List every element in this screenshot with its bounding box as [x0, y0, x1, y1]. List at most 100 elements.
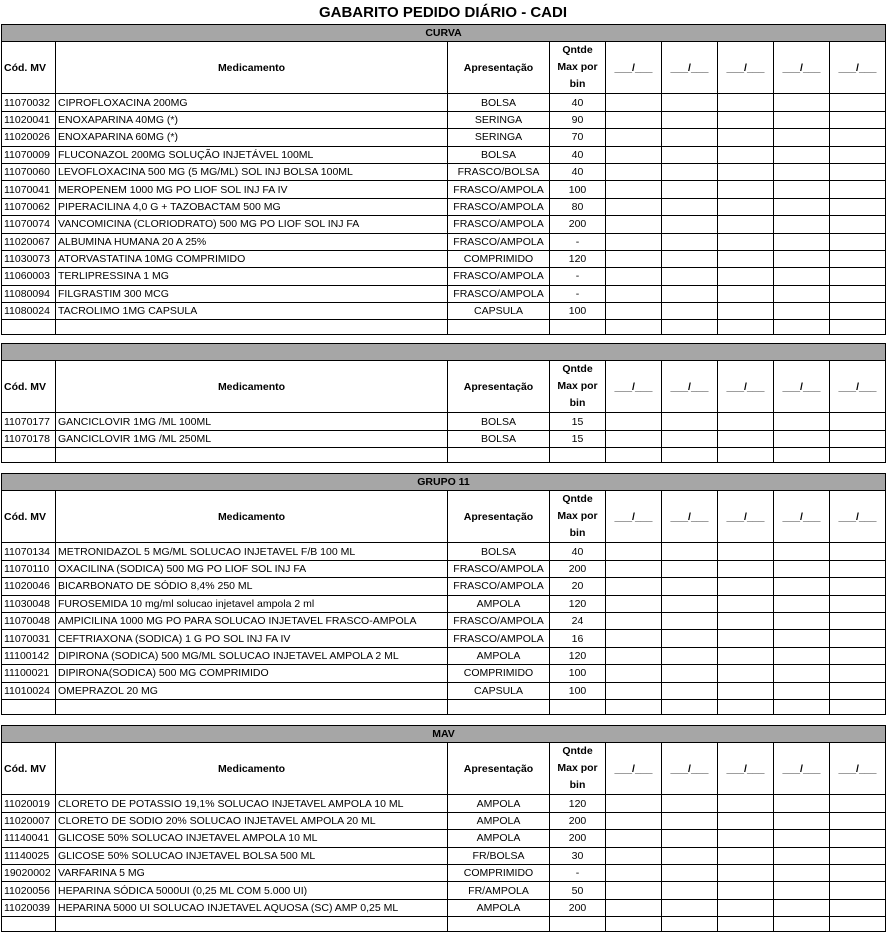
- cell-date-entry[interactable]: [605, 180, 662, 199]
- cell-date-entry[interactable]: [773, 664, 830, 683]
- cell-date-entry[interactable]: [773, 794, 830, 813]
- cell-date-entry[interactable]: [828, 302, 886, 321]
- cell-date-entry[interactable]: [717, 412, 774, 431]
- cell-date-entry[interactable]: [828, 93, 886, 112]
- cell-date-entry[interactable]: [717, 110, 774, 130]
- cell-date-entry[interactable]: [828, 180, 886, 199]
- cell-date-entry[interactable]: [773, 542, 830, 561]
- cell-date-entry[interactable]: [828, 664, 886, 683]
- cell-date-entry[interactable]: [829, 811, 886, 831]
- cell-date-entry[interactable]: [717, 302, 774, 321]
- cell-date-entry[interactable]: [661, 284, 718, 304]
- header-date-5[interactable]: ___/___: [828, 360, 886, 414]
- cell-date-entry[interactable]: [773, 302, 830, 321]
- cell-date-entry[interactable]: [605, 629, 662, 648]
- cell-date-entry[interactable]: [661, 794, 718, 813]
- cell-date-entry[interactable]: [717, 881, 774, 900]
- cell-date-entry[interactable]: [773, 93, 830, 112]
- cell-date-entry[interactable]: [605, 128, 662, 147]
- cell-date-entry[interactable]: [605, 594, 662, 613]
- cell-date-entry[interactable]: [605, 577, 662, 596]
- cell-date-entry[interactable]: [773, 180, 830, 199]
- cell-date-entry[interactable]: [717, 794, 774, 813]
- cell-date-entry[interactable]: [717, 162, 774, 182]
- cell-date-entry[interactable]: [829, 898, 886, 918]
- cell-date-entry[interactable]: [717, 559, 774, 579]
- cell-date-entry[interactable]: [773, 863, 830, 883]
- cell-date-entry[interactable]: [773, 594, 830, 613]
- cell-date-entry[interactable]: [829, 794, 886, 813]
- cell-date-entry[interactable]: [828, 110, 886, 130]
- cell-date-entry[interactable]: [661, 863, 718, 883]
- cell-date-entry[interactable]: [828, 197, 886, 217]
- cell-date-entry[interactable]: [717, 664, 774, 683]
- header-date-4[interactable]: ___/___: [773, 490, 830, 544]
- header-date-3[interactable]: ___/___: [717, 742, 774, 796]
- cell-date-entry[interactable]: [605, 110, 662, 130]
- header-date-5[interactable]: ___/___: [829, 742, 886, 796]
- cell-date-entry[interactable]: [661, 180, 718, 199]
- cell-date-entry[interactable]: [661, 646, 718, 666]
- cell-date-entry[interactable]: [773, 898, 830, 918]
- cell-date-entry[interactable]: [661, 232, 718, 251]
- cell-date-entry[interactable]: [773, 128, 830, 147]
- cell-date-entry[interactable]: [661, 542, 718, 561]
- cell-date-entry[interactable]: [605, 829, 662, 848]
- cell-date-entry[interactable]: [661, 811, 718, 831]
- cell-date-entry[interactable]: [828, 594, 886, 613]
- cell-date-entry[interactable]: [605, 429, 662, 449]
- cell-date-entry[interactable]: [661, 412, 718, 431]
- cell-date-entry[interactable]: [717, 232, 774, 251]
- cell-date-entry[interactable]: [717, 128, 774, 147]
- header-date-4[interactable]: ___/___: [773, 742, 830, 796]
- cell-date-entry[interactable]: [717, 197, 774, 217]
- cell-date-entry[interactable]: [773, 611, 830, 631]
- cell-date-entry[interactable]: [773, 145, 830, 164]
- cell-date-entry[interactable]: [773, 559, 830, 579]
- header-date-3[interactable]: ___/___: [717, 490, 774, 544]
- cell-date-entry[interactable]: [661, 681, 718, 700]
- cell-date-entry[interactable]: [661, 611, 718, 631]
- cell-date-entry[interactable]: [717, 594, 774, 613]
- cell-date-entry[interactable]: [828, 215, 886, 234]
- cell-date-entry[interactable]: [605, 284, 662, 304]
- cell-date-entry[interactable]: [773, 881, 830, 900]
- header-date-2[interactable]: ___/___: [661, 360, 718, 414]
- cell-date-entry[interactable]: [773, 681, 830, 700]
- cell-date-entry[interactable]: [605, 846, 662, 865]
- cell-date-entry[interactable]: [773, 267, 830, 286]
- header-date-1[interactable]: ___/___: [605, 41, 662, 95]
- cell-date-entry[interactable]: [605, 611, 662, 631]
- cell-date-entry[interactable]: [828, 284, 886, 304]
- cell-date-entry[interactable]: [661, 829, 718, 848]
- cell-date-entry[interactable]: [605, 646, 662, 666]
- cell-date-entry[interactable]: [605, 197, 662, 217]
- cell-date-entry[interactable]: [661, 664, 718, 683]
- cell-date-entry[interactable]: [773, 197, 830, 217]
- cell-date-entry[interactable]: [828, 249, 886, 269]
- header-date-1[interactable]: ___/___: [605, 742, 662, 796]
- cell-date-entry[interactable]: [717, 811, 774, 831]
- cell-date-entry[interactable]: [828, 646, 886, 666]
- cell-date-entry[interactable]: [828, 232, 886, 251]
- cell-date-entry[interactable]: [717, 646, 774, 666]
- cell-date-entry[interactable]: [605, 863, 662, 883]
- cell-date-entry[interactable]: [661, 594, 718, 613]
- cell-date-entry[interactable]: [828, 542, 886, 561]
- cell-date-entry[interactable]: [717, 145, 774, 164]
- header-date-1[interactable]: ___/___: [605, 490, 662, 544]
- header-date-4[interactable]: ___/___: [773, 41, 830, 95]
- cell-date-entry[interactable]: [605, 249, 662, 269]
- cell-date-entry[interactable]: [605, 811, 662, 831]
- cell-date-entry[interactable]: [828, 162, 886, 182]
- cell-date-entry[interactable]: [605, 162, 662, 182]
- cell-date-entry[interactable]: [661, 197, 718, 217]
- cell-date-entry[interactable]: [661, 93, 718, 112]
- cell-date-entry[interactable]: [829, 846, 886, 865]
- cell-date-entry[interactable]: [717, 681, 774, 700]
- header-date-3[interactable]: ___/___: [717, 41, 774, 95]
- cell-date-entry[interactable]: [661, 881, 718, 900]
- cell-date-entry[interactable]: [661, 162, 718, 182]
- cell-date-entry[interactable]: [828, 412, 886, 431]
- cell-date-entry[interactable]: [661, 249, 718, 269]
